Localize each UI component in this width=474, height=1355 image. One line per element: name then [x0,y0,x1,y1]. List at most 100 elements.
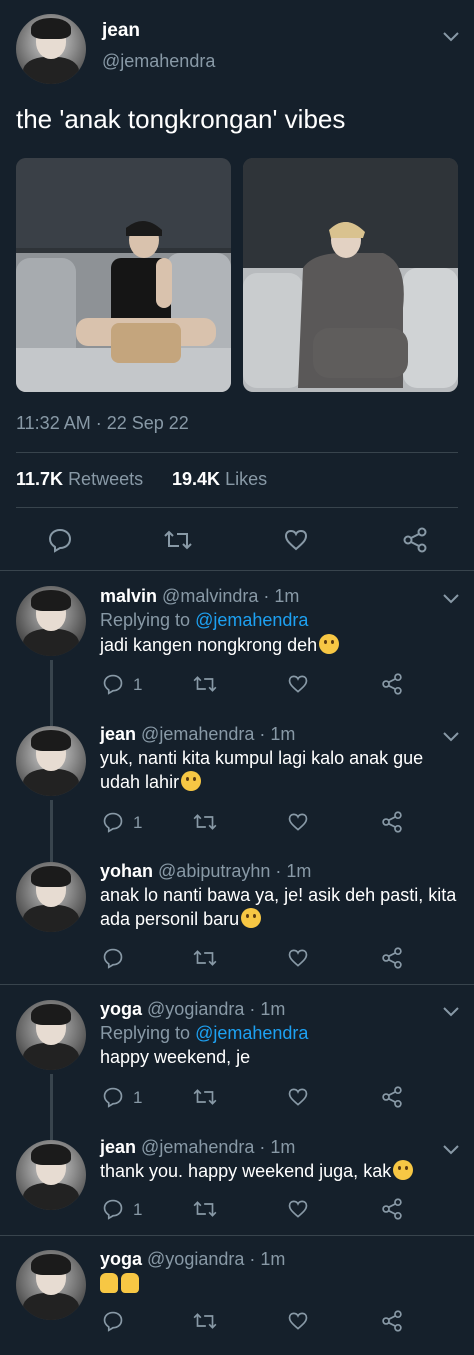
reply-header: jean @jemahendra · 1m [100,1137,296,1157]
reply-header: malvin @malvindra · 1m [100,586,300,606]
reply-icon[interactable] [102,947,124,969]
retweet-icon[interactable] [192,948,218,968]
retweet-icon[interactable] [192,1087,218,1107]
thumbs-up-emoji [100,1273,118,1293]
reply-avatar[interactable] [16,726,86,796]
share-icon[interactable] [381,1086,403,1108]
likes-stat[interactable]: 19.4K Likes [172,469,267,490]
star-struck-emoji [241,908,262,928]
chevron-down-icon[interactable] [442,1143,460,1157]
reply-avatar[interactable] [16,586,86,656]
retweet-icon[interactable] [192,1199,218,1219]
like-icon[interactable] [287,673,309,695]
reply-avatar[interactable] [16,1250,86,1320]
reply-icon[interactable] [47,527,73,553]
crying-face-emoji [319,634,340,654]
reply-text: anak lo nanti bawa ya, je! asik deh past… [100,885,457,929]
main-tweet-timestamp[interactable]: 11:32 AM · 22 Sep 22 [16,413,189,434]
reply-header: jean @jemahendra · 1m [100,724,296,744]
tweet-photo-2[interactable] [243,158,458,392]
smiling-face-emoji [181,771,202,791]
thread-line [50,660,53,726]
reply-handle[interactable]: @malvindra [162,586,258,606]
reply-handle[interactable]: @jemahendra [141,1137,254,1157]
reply-text [100,1272,142,1296]
replying-to: Replying to @jemahendra [100,1023,309,1043]
reply-icon[interactable] [102,1086,124,1108]
retweet-icon[interactable] [192,812,218,832]
share-icon[interactable] [402,527,428,553]
replying-to-link[interactable]: @jemahendra [195,1023,308,1043]
reply-avatar[interactable] [16,862,86,932]
reply-avatar[interactable] [16,1140,86,1210]
reply-time[interactable]: 1m [260,1249,285,1269]
reply-text: jadi kangen nongkrong deh [100,633,340,657]
retweets-count: 11.7K [16,469,64,489]
share-icon[interactable] [381,947,403,969]
retweet-icon[interactable] [163,528,193,552]
share-icon[interactable] [381,811,403,833]
reply-text: thank you. happy weekend juga, kak [100,1159,414,1183]
retweets-stat[interactable]: 11.7K Retweets [16,469,143,490]
replying-to-link[interactable]: @jemahendra [195,610,308,630]
main-tweet-handle[interactable]: @jemahendra [102,51,215,72]
thread-line [50,1074,53,1140]
reply-time[interactable]: 1m [270,1137,295,1157]
likes-label: Likes [225,469,268,489]
retweets-label: Retweets [68,469,144,489]
reply-count: 1 [133,1088,143,1107]
chevron-down-icon[interactable] [442,1005,460,1019]
reply-icon[interactable] [102,673,124,695]
reply-header: yoga @yogiandra · 1m [100,1249,286,1269]
reply-time[interactable]: 1m [286,861,311,881]
share-icon[interactable] [381,673,403,695]
reply-handle[interactable]: @abiputrayhn [158,861,270,881]
reply-handle[interactable]: @yogiandra [147,1249,244,1269]
reply-time[interactable]: 1m [260,999,285,1019]
reply-header: yoga @yogiandra · 1m [100,999,286,1019]
main-tweet-name[interactable]: jean [102,20,140,42]
like-icon[interactable] [287,811,309,833]
divider [0,570,474,571]
reply-text: happy weekend, je [100,1047,251,1067]
main-tweet-avatar[interactable] [16,14,86,84]
reply-text: yuk, nanti kita kumpul lagi kalo anak gu… [100,748,424,792]
main-tweet-text: the 'anak tongkrongan' vibes [16,104,346,134]
reply-header: yohan @abiputrayhn · 1m [100,861,312,881]
reply-avatar[interactable] [16,1000,86,1070]
smiling-face-emoji [393,1160,414,1180]
chevron-down-icon[interactable] [442,730,460,744]
divider [16,452,458,453]
reply-handle[interactable]: @jemahendra [141,724,254,744]
like-icon[interactable] [287,1198,309,1220]
share-icon[interactable] [381,1198,403,1220]
reply-count: 1 [133,675,143,694]
reply-name[interactable]: yoga [100,999,142,1019]
reply-icon[interactable] [102,811,124,833]
reply-time[interactable]: 1m [270,724,295,744]
retweet-icon[interactable] [192,1311,218,1331]
reply-name[interactable]: jean [100,1137,136,1157]
like-icon[interactable] [287,1086,309,1108]
reply-icon[interactable] [102,1310,124,1332]
share-icon[interactable] [381,1310,403,1332]
reply-name[interactable]: yohan [100,861,153,881]
thumbs-up-emoji [121,1273,139,1293]
like-icon[interactable] [287,1310,309,1332]
retweet-icon[interactable] [192,674,218,694]
chevron-down-icon[interactable] [442,30,460,44]
reply-icon[interactable] [102,1198,124,1220]
likes-count: 19.4K [172,469,221,489]
reply-count: 1 [133,813,143,832]
reply-time[interactable]: 1m [274,586,299,606]
divider [0,1235,474,1236]
like-icon[interactable] [283,527,309,553]
reply-name[interactable]: malvin [100,586,157,606]
thread-line [50,800,53,862]
chevron-down-icon[interactable] [442,592,460,606]
reply-name[interactable]: jean [100,724,136,744]
like-icon[interactable] [287,947,309,969]
reply-handle[interactable]: @yogiandra [147,999,244,1019]
reply-name[interactable]: yoga [100,1249,142,1269]
tweet-photo-1[interactable] [16,158,231,392]
